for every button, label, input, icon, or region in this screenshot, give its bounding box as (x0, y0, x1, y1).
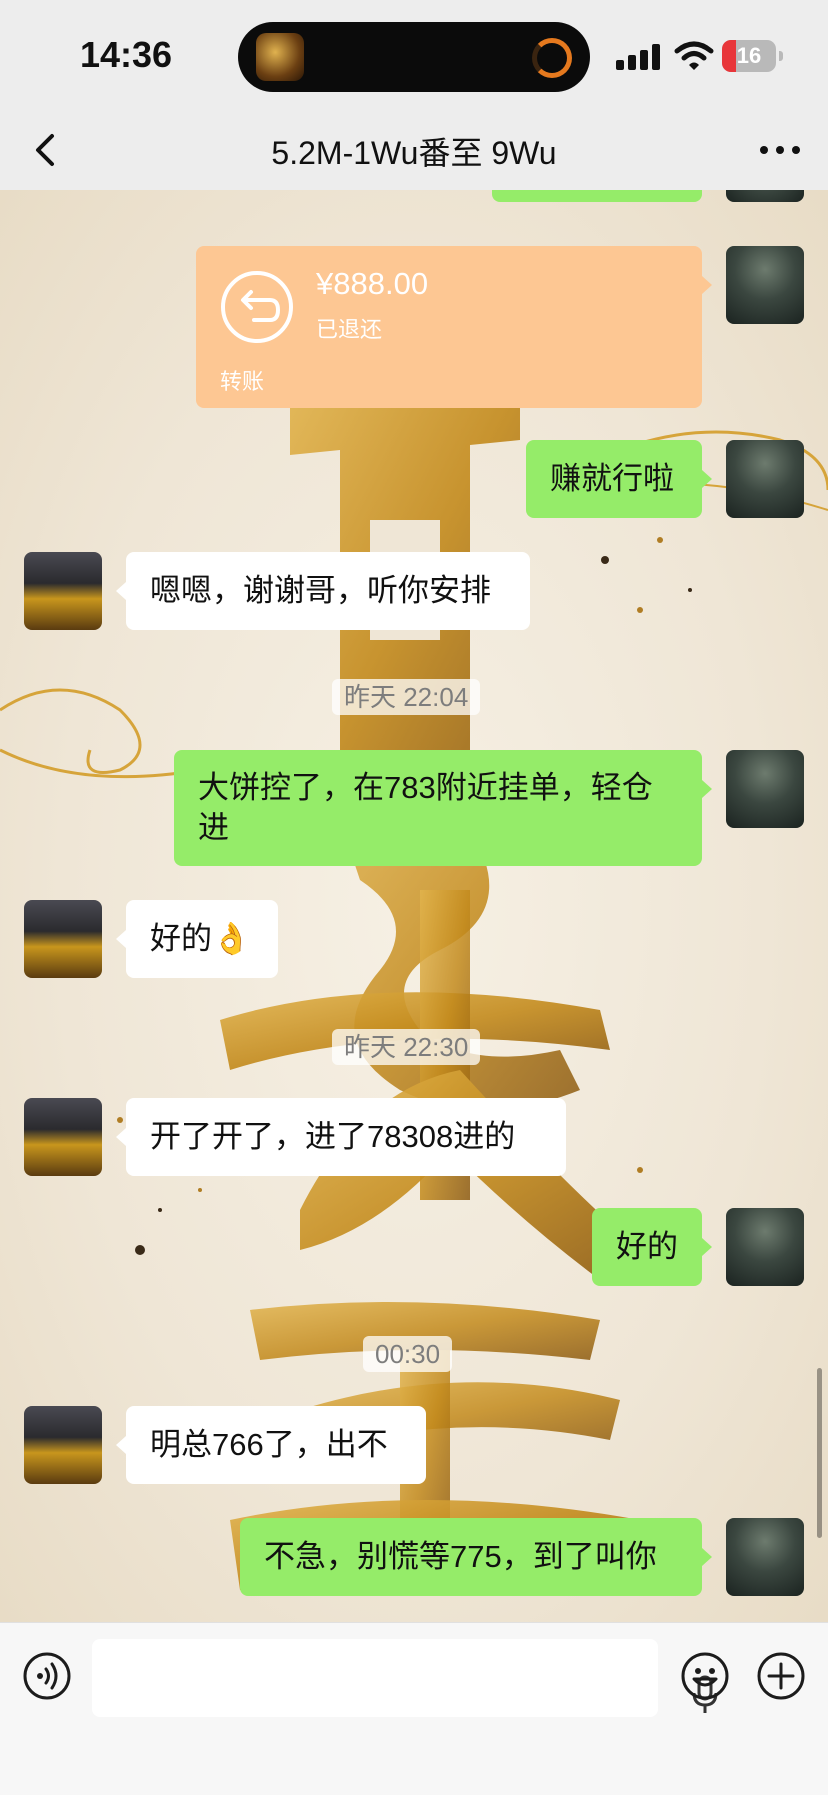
message-list[interactable]: ¥888.00 已退还 转账 赚就行啦 嗯嗯，谢谢哥，听你安排 昨天 22:04… (0, 190, 828, 1622)
add-more-icon[interactable] (756, 1651, 806, 1701)
message-bubble-sent[interactable]: 赚就行啦 (526, 440, 702, 518)
navigation-bar: 5.2M-1Wu番至 9Wu (0, 110, 828, 191)
cellular-signal-icon (616, 44, 662, 70)
input-bar (0, 1622, 828, 1795)
my-avatar[interactable] (726, 1208, 804, 1286)
contact-avatar[interactable] (24, 552, 102, 630)
message-input[interactable] (92, 1639, 718, 1717)
timestamp: 昨天 22:04 (332, 679, 481, 715)
my-avatar[interactable] (726, 246, 804, 324)
chat-screen: 14:36 16 5.2M-1Wu番至 9Wu ¥888.00 已退还 转账 赚… (0, 0, 828, 1795)
message-bubble-sent[interactable]: 大饼控了，在783附近挂单，轻仓进 (174, 750, 702, 866)
transfer-status: 已退还 (316, 317, 383, 342)
chat-title: 5.2M-1Wu番至 9Wu (271, 135, 557, 171)
voice-input-icon[interactable] (22, 1651, 72, 1701)
message-bubble-sent[interactable]: 好的 (592, 1208, 702, 1286)
now-playing-artwork (256, 33, 304, 81)
battery-level: 16 (736, 43, 762, 68)
message-bubble-received[interactable]: 明总766了，出不 (126, 1406, 426, 1484)
wifi-icon (674, 41, 714, 70)
refund-return-icon (221, 271, 293, 343)
contact-avatar[interactable] (24, 900, 102, 978)
dynamic-island[interactable] (238, 22, 590, 92)
timestamp: 00:30 (363, 1336, 453, 1372)
battery-icon: 16 (722, 40, 784, 72)
cut-off-message-bubble[interactable] (492, 190, 702, 202)
my-avatar[interactable] (726, 440, 804, 518)
transfer-card[interactable]: ¥888.00 已退还 转账 (196, 246, 702, 408)
more-options-icon[interactable] (758, 136, 802, 164)
contact-avatar[interactable] (24, 1098, 102, 1176)
status-bar: 14:36 16 (0, 0, 828, 110)
activity-ring-icon (532, 38, 572, 78)
timestamp: 昨天 22:30 (332, 1029, 481, 1065)
my-avatar[interactable] (726, 190, 804, 202)
my-avatar[interactable] (726, 750, 804, 828)
message-bubble-received[interactable]: 好的👌 (126, 900, 278, 978)
message-bubble-received[interactable]: 嗯嗯，谢谢哥，听你安排 (126, 552, 530, 630)
my-avatar[interactable] (726, 1518, 804, 1596)
transfer-amount: ¥888.00 (316, 266, 429, 301)
scrollbar[interactable] (817, 1368, 822, 1538)
message-bubble-received[interactable]: 开了开了，进了78308进的 (126, 1098, 566, 1176)
contact-avatar[interactable] (24, 1406, 102, 1484)
transfer-label: 转账 (220, 369, 265, 394)
emoji-icon[interactable] (680, 1651, 730, 1701)
message-bubble-sent[interactable]: 不急，别慌等775，到了叫你 (240, 1518, 702, 1596)
status-time: 14:36 (80, 34, 173, 75)
